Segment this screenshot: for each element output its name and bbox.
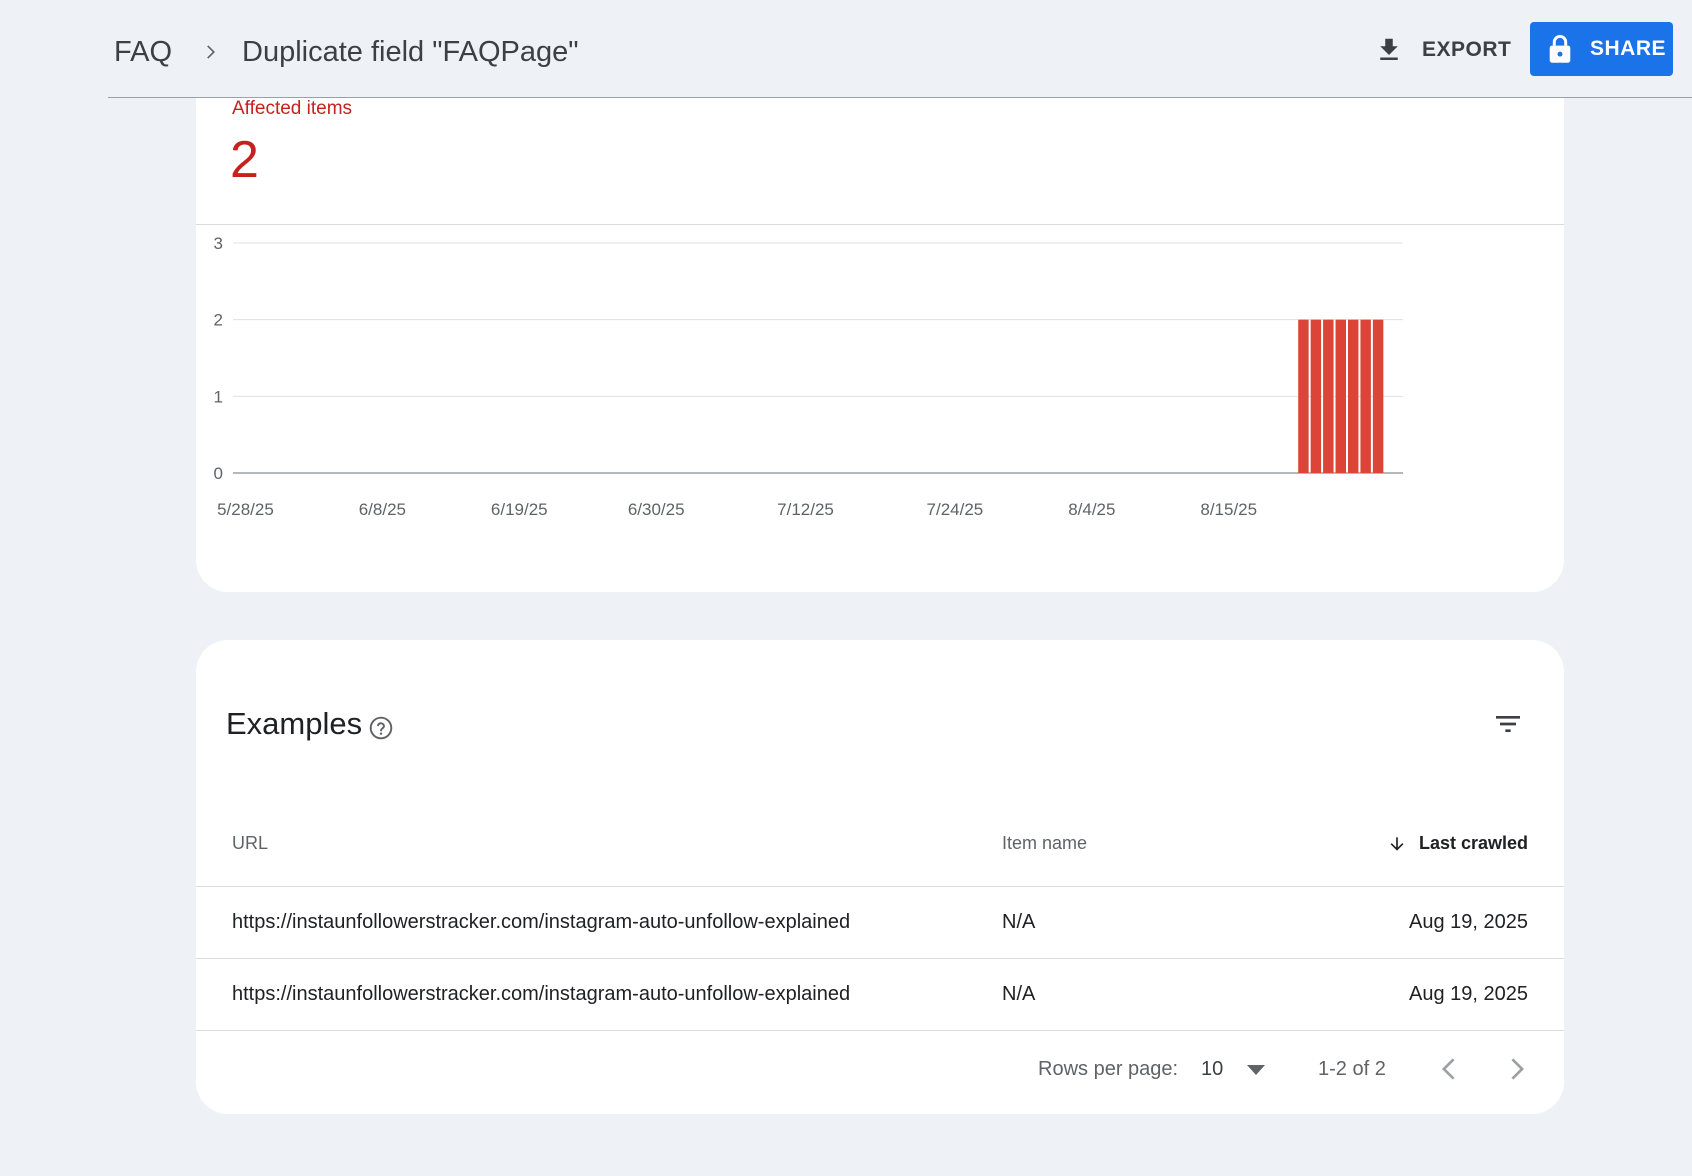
row-last-crawled: Aug 19, 2025: [1409, 983, 1528, 1005]
last-crawled-label: Last crawled: [1418, 833, 1528, 853]
chart-bar: [1323, 319, 1334, 473]
chart-bar: [1310, 319, 1322, 473]
affected-items-label: Affected items: [232, 98, 353, 119]
pagination-range: 1-2 of 2: [1318, 1058, 1386, 1080]
share-button[interactable]: SHARE: [1530, 22, 1673, 76]
dropdown-icon: [1247, 1064, 1266, 1075]
row-url: https://instaunfollowerstracker.com/inst…: [232, 911, 851, 933]
chart-bar: [1347, 319, 1359, 473]
breadcrumb-root[interactable]: FAQ: [114, 36, 172, 69]
row-url: https://instaunfollowerstracker.com/inst…: [232, 983, 851, 1005]
x-tick-label: 7/12/25: [777, 500, 834, 519]
filter-icon[interactable]: [1492, 708, 1524, 740]
row-item-name: N/A: [1002, 983, 1036, 1005]
table-row[interactable]: https://instaunfollowerstracker.com/inst…: [196, 887, 1564, 958]
chart-bar: [1335, 319, 1346, 473]
x-tick-label: 6/19/25: [491, 500, 548, 519]
export-button[interactable]: EXPORT: [1374, 30, 1511, 70]
column-header-item-name[interactable]: Item name: [1002, 833, 1087, 854]
examples-title: Examples: [226, 706, 363, 741]
chart-bar: [1372, 319, 1384, 473]
x-tick-label: 7/24/25: [927, 500, 984, 519]
lock-icon: [1549, 34, 1571, 63]
table-divider: [196, 1030, 1564, 1031]
row-item-name: N/A: [1002, 911, 1036, 933]
chevron-right-icon[interactable]: [1500, 1053, 1532, 1085]
x-tick-label: 6/8/25: [359, 500, 406, 519]
page-header: FAQ Duplicate field "FAQPage" EXPORT SHA…: [0, 0, 1692, 98]
affected-items-value: 2: [230, 131, 259, 189]
y-tick-label: 0: [214, 464, 223, 483]
x-tick-label: 8/4/25: [1068, 500, 1115, 519]
rows-per-page-value: 10: [1201, 1058, 1224, 1080]
row-last-crawled: Aug 19, 2025: [1409, 911, 1528, 933]
rows-per-page-label: Rows per page:: [1038, 1058, 1179, 1080]
x-tick-label: 8/15/25: [1200, 500, 1257, 519]
column-header-url[interactable]: URL: [232, 833, 268, 854]
download-icon: [1380, 38, 1398, 60]
column-header-last-crawled[interactable]: Last crawled: [1387, 833, 1528, 854]
rows-per-page-select[interactable]: 10: [1201, 1058, 1266, 1081]
page-title: Duplicate field "FAQPage": [242, 35, 579, 68]
y-tick-label: 2: [214, 311, 223, 330]
affected-items-chart: 0 1 2 3 5/28/25 6/8/25 6/19/25 6/30/25 7/12/25 7/…: [214, 234, 1403, 519]
y-tick-label: 3: [214, 234, 223, 253]
chart-bar: [1298, 319, 1309, 473]
examples-card: Examples URL Item name Last crawled http…: [196, 640, 1564, 1114]
affected-items-card: Affected items 2 0 1 2 3 5/28/25 6/8/25 6/19/2…: [196, 98, 1564, 592]
y-tick-label: 1: [214, 387, 223, 406]
export-label: EXPORT: [1422, 38, 1512, 61]
chart-bar: [1360, 319, 1371, 473]
arrow-down-icon: [1390, 836, 1404, 851]
table-row[interactable]: https://instaunfollowerstracker.com/inst…: [196, 959, 1564, 1030]
x-tick-label: 5/28/25: [217, 500, 274, 519]
share-label: SHARE: [1590, 37, 1667, 60]
chevron-right-icon: [207, 45, 216, 59]
breadcrumb: FAQ Duplicate field "FAQPage": [114, 34, 579, 70]
chevron-left-icon[interactable]: [1434, 1053, 1466, 1085]
help-icon[interactable]: [368, 715, 394, 741]
x-tick-label: 6/30/25: [628, 500, 685, 519]
